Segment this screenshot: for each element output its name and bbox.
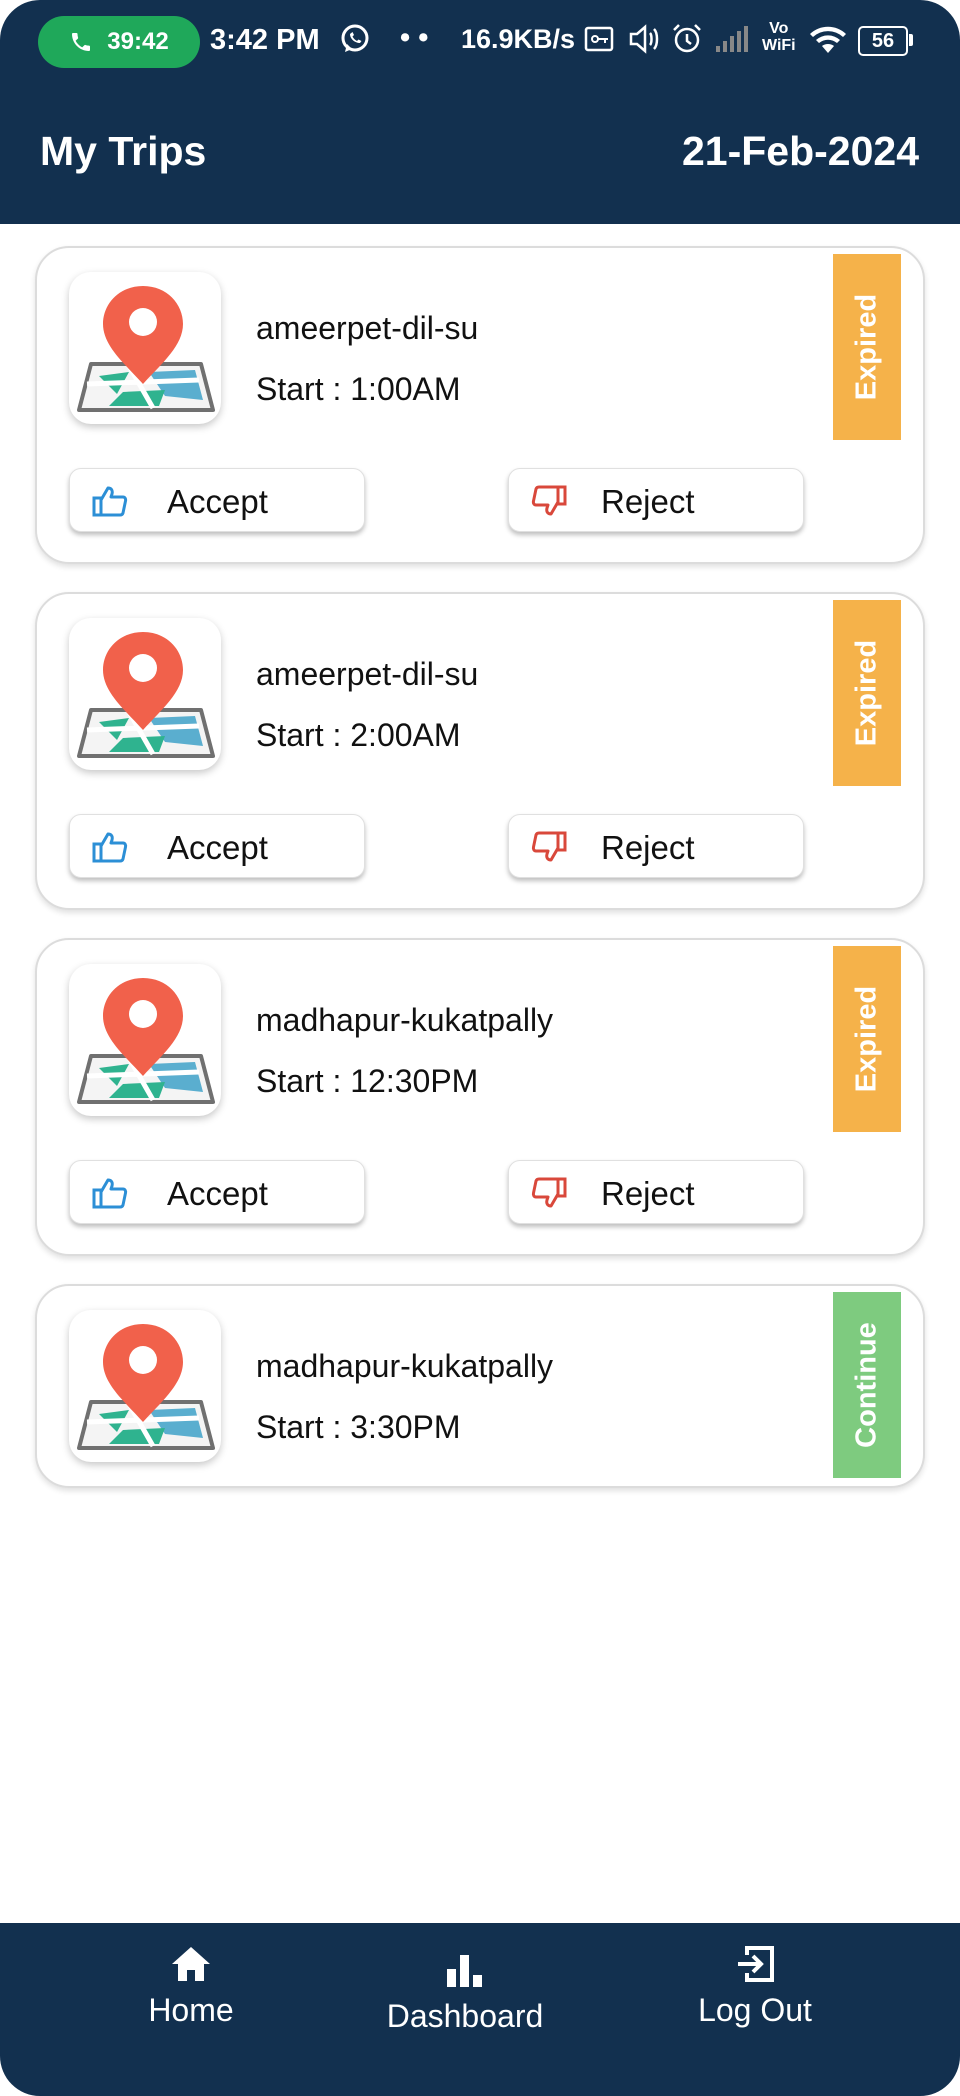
whatsapp-icon bbox=[341, 24, 369, 52]
trip-map-thumbnail bbox=[69, 964, 221, 1116]
trip-route: madhapur-kukatpally bbox=[256, 1002, 554, 1038]
reject-button[interactable]: Reject bbox=[508, 468, 804, 532]
status-badge: Expired bbox=[833, 600, 901, 786]
reject-label: Reject bbox=[601, 1175, 695, 1212]
accept-label: Accept bbox=[167, 483, 268, 520]
nav-dashboard-label: Dashboard bbox=[386, 1998, 544, 2034]
trip-start-time: Start : 3:30PM bbox=[256, 1409, 461, 1445]
map-pin-icon bbox=[77, 286, 215, 412]
trip-route: ameerpet-dil-su bbox=[256, 310, 479, 346]
status-label: Expired bbox=[850, 293, 883, 401]
vowifi-indicator: Vo WiFi bbox=[762, 20, 796, 54]
status-label: Expired bbox=[850, 639, 883, 747]
map-pin-icon bbox=[77, 1324, 215, 1450]
alarm-icon bbox=[673, 24, 701, 53]
accept-button[interactable]: Accept bbox=[69, 814, 365, 878]
trip-map-thumbnail bbox=[69, 272, 221, 424]
nav-logout[interactable]: Log Out bbox=[680, 1945, 830, 2029]
accept-button[interactable]: Accept bbox=[69, 1160, 365, 1224]
bar-chart-icon bbox=[447, 1955, 482, 1987]
logout-icon bbox=[738, 1946, 774, 1982]
nav-home-label: Home bbox=[148, 1992, 234, 2028]
nav-logout-label: Log Out bbox=[698, 1992, 812, 2028]
notification-dots: • • bbox=[400, 22, 429, 54]
status-label: Continue bbox=[850, 1322, 883, 1448]
map-pin-icon bbox=[77, 632, 215, 758]
thumbs-up-icon bbox=[92, 832, 128, 863]
status-badge: Expired bbox=[833, 254, 901, 440]
map-pin-icon bbox=[77, 978, 215, 1104]
ongoing-call-pill[interactable]: 39:42 bbox=[38, 16, 200, 68]
nav-dashboard[interactable]: Dashboard bbox=[370, 1953, 560, 2035]
nav-home[interactable]: Home bbox=[116, 1945, 266, 2029]
wifi-icon bbox=[810, 26, 846, 53]
accept-button[interactable]: Accept bbox=[69, 468, 365, 532]
trip-start-time: Start : 2:00AM bbox=[256, 717, 461, 753]
accept-label: Accept bbox=[167, 1175, 268, 1212]
bottom-navigation: Home Dashboard Log Out bbox=[0, 1923, 960, 2096]
reject-label: Reject bbox=[601, 483, 695, 520]
trip-map-thumbnail bbox=[69, 1310, 221, 1462]
thumbs-down-icon bbox=[531, 1177, 567, 1208]
battery-tip bbox=[909, 34, 913, 46]
reject-label: Reject bbox=[601, 829, 695, 866]
accept-label: Accept bbox=[167, 829, 268, 866]
vpn-key-icon bbox=[584, 26, 614, 52]
volume-icon bbox=[629, 24, 659, 54]
page-title: My Trips bbox=[40, 128, 207, 174]
trip-card[interactable]: madhapur-kukatpally Start : 12:30PM Expi… bbox=[35, 938, 925, 1256]
phone-icon bbox=[72, 33, 91, 51]
status-bar: 39:42 3:42 PM • • 16.9KB/s Vo WiFi 56 bbox=[0, 0, 960, 86]
trip-card[interactable]: madhapur-kukatpally Start : 3:30PM Conti… bbox=[35, 1284, 925, 1488]
thumbs-up-icon bbox=[92, 1178, 128, 1209]
continue-badge[interactable]: Continue bbox=[833, 1292, 901, 1478]
status-badge: Expired bbox=[833, 946, 901, 1132]
reject-button[interactable]: Reject bbox=[508, 1160, 804, 1224]
trip-card[interactable]: ameerpet-dil-su Start : 1:00AM Expired A… bbox=[35, 246, 925, 564]
trip-map-thumbnail bbox=[69, 618, 221, 770]
app-bar: My Trips 21-Feb-2024 bbox=[0, 86, 960, 224]
call-timer: 39:42 bbox=[107, 28, 169, 55]
current-date: 21-Feb-2024 bbox=[681, 128, 919, 174]
home-icon bbox=[172, 1947, 210, 1981]
trip-route: madhapur-kukatpally bbox=[256, 1348, 554, 1384]
trip-start-time: Start : 1:00AM bbox=[256, 371, 461, 407]
trip-start-time: Start : 12:30PM bbox=[256, 1063, 479, 1099]
thumbs-down-icon bbox=[531, 485, 567, 516]
thumbs-up-icon bbox=[92, 486, 128, 517]
battery-indicator: 56 bbox=[858, 26, 908, 56]
network-speed: 16.9KB/s bbox=[461, 24, 576, 54]
trip-card[interactable]: ameerpet-dil-su Start : 2:00AM Expired A… bbox=[35, 592, 925, 910]
reject-button[interactable]: Reject bbox=[508, 814, 804, 878]
clock: 3:42 PM bbox=[210, 24, 320, 56]
status-label: Expired bbox=[850, 985, 883, 1093]
signal-icon bbox=[716, 26, 748, 52]
thumbs-down-icon bbox=[531, 831, 567, 862]
trip-route: ameerpet-dil-su bbox=[256, 656, 479, 692]
